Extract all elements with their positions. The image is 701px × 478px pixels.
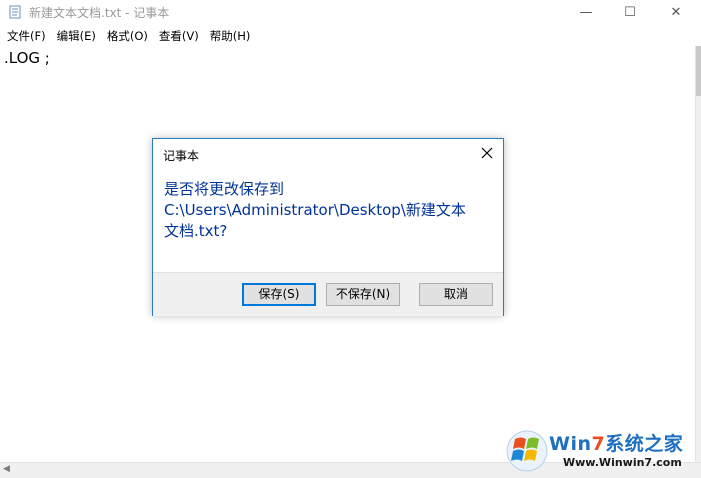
menu-format[interactable]: 格式(O) bbox=[107, 28, 148, 44]
vertical-scrollbar-thumb[interactable] bbox=[696, 46, 701, 96]
menu-bar: 文件(F) 编辑(E) 格式(O) 查看(V) 帮助(H) bbox=[0, 26, 701, 46]
dont-save-button[interactable]: 不保存(N) bbox=[326, 283, 400, 306]
dialog-message-line: 是否将更改保存到 bbox=[164, 180, 285, 198]
minimize-icon: — bbox=[579, 4, 593, 20]
windows-logo-icon bbox=[506, 430, 548, 472]
notepad-icon bbox=[9, 5, 21, 19]
menu-edit[interactable]: 编辑(E) bbox=[57, 28, 96, 44]
watermark-brand-prefix: Win bbox=[549, 433, 592, 455]
menu-view[interactable]: 查看(V) bbox=[159, 28, 199, 44]
dialog-message-line: C:\Users\Administrator\Desktop\新建文本 bbox=[164, 201, 466, 219]
menu-help[interactable]: 帮助(H) bbox=[210, 28, 251, 44]
window-close-button[interactable]: ✕ bbox=[653, 0, 699, 24]
save-button[interactable]: 保存(S) bbox=[242, 283, 316, 306]
window-title: 新建文本文档.txt - 记事本 bbox=[29, 6, 170, 20]
site-watermark: Win7系统之家 Www.Winwin7.com bbox=[503, 425, 701, 477]
dialog-message-line: 文档.txt? bbox=[164, 222, 228, 240]
dialog-title: 记事本 bbox=[163, 149, 200, 163]
watermark-url: Www.Winwin7.com bbox=[563, 456, 682, 469]
scroll-left-arrow-icon[interactable]: ◀ bbox=[3, 462, 10, 477]
dialog-button-bar: 保存(S) 不保存(N) 取消 bbox=[153, 272, 503, 316]
close-icon: ✕ bbox=[670, 4, 682, 20]
watermark-brand-suffix: 系统之家 bbox=[605, 433, 684, 455]
menu-file[interactable]: 文件(F) bbox=[7, 28, 46, 44]
editor-content[interactable]: .LOG ; bbox=[4, 49, 50, 67]
vertical-scrollbar[interactable] bbox=[695, 46, 701, 462]
maximize-icon: ☐ bbox=[624, 4, 636, 20]
save-changes-dialog: 记事本 是否将更改保存到 C:\Users\Administrator\Desk… bbox=[152, 138, 504, 316]
watermark-brand: Win7系统之家 bbox=[549, 429, 683, 456]
watermark-brand-seven: 7 bbox=[591, 433, 606, 455]
dialog-message: 是否将更改保存到 C:\Users\Administrator\Desktop\… bbox=[164, 179, 494, 242]
minimize-button[interactable]: — bbox=[563, 0, 609, 24]
cancel-button[interactable]: 取消 bbox=[419, 283, 493, 306]
close-icon[interactable] bbox=[479, 145, 495, 161]
maximize-button[interactable]: ☐ bbox=[607, 0, 653, 24]
window-titlebar[interactable]: 新建文本文档.txt - 记事本 — ☐ ✕ bbox=[0, 0, 701, 24]
